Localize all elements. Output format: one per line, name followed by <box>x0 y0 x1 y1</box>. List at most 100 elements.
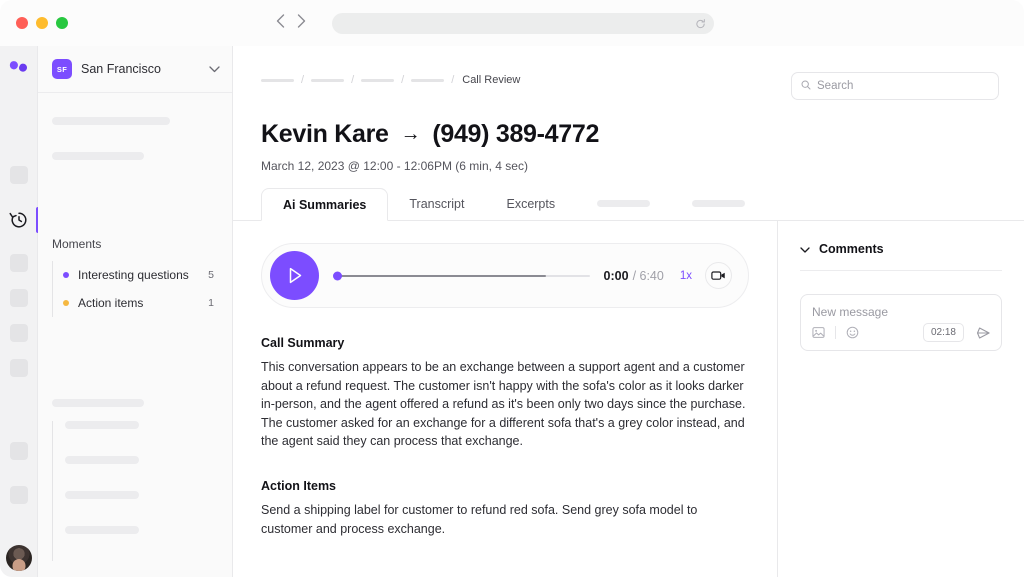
toolbar-divider <box>835 326 836 339</box>
history-clock-icon[interactable] <box>8 207 39 233</box>
sidebar-skeleton-line <box>65 456 139 464</box>
search-icon <box>801 77 811 95</box>
image-icon[interactable] <box>812 326 825 339</box>
tab-excerpts[interactable]: Excerpts <box>485 187 576 220</box>
send-icon[interactable] <box>976 326 991 340</box>
main-content: / / / / Call Review Search Kevin Kare → … <box>233 46 1024 577</box>
comments-header[interactable]: Comments <box>800 240 1002 271</box>
browser-chrome <box>0 0 1024 46</box>
bullet-icon <box>63 300 69 306</box>
moments-list: Interesting questions 5 Action items 1 <box>52 261 220 317</box>
playback-scrubber[interactable] <box>333 271 590 281</box>
rail-placeholder-item[interactable] <box>9 254 28 272</box>
emoji-icon[interactable] <box>846 326 859 339</box>
tab-transcript[interactable]: Transcript <box>388 187 485 220</box>
breadcrumb-separator: / <box>451 74 455 86</box>
chevron-left-icon[interactable] <box>276 14 285 28</box>
rail-placeholder-item[interactable] <box>9 442 28 460</box>
page-header: / / / / Call Review Search Kevin Kare → … <box>233 46 1024 173</box>
comments-pane: Comments New message 02:18 <box>778 221 1024 577</box>
scrubber-buffered <box>335 274 547 277</box>
moment-count: 5 <box>208 269 214 281</box>
video-camera-icon[interactable] <box>705 262 732 289</box>
sidebar-body: Moments Interesting questions 5 Action i… <box>38 93 232 561</box>
chevron-down-icon[interactable] <box>209 65 220 73</box>
workspace-badge: SF <box>52 59 72 79</box>
breadcrumb-skeleton[interactable] <box>261 78 294 82</box>
sidebar: SF San Francisco Moments Interesting que… <box>38 46 233 577</box>
sidebar-item-interesting-questions[interactable]: Interesting questions 5 <box>63 261 220 289</box>
rail-placeholder-item[interactable] <box>9 166 28 184</box>
composer-toolbar: 02:18 <box>812 323 991 342</box>
tab-label: Excerpts <box>506 196 556 211</box>
reload-icon[interactable] <box>695 18 706 29</box>
avatar[interactable] <box>5 545 32 571</box>
sidebar-item-action-items[interactable]: Action items 1 <box>63 289 220 317</box>
current-time: 0:00 <box>603 268 629 283</box>
rail-placeholder-item[interactable] <box>9 324 28 342</box>
rail-placeholder-item[interactable] <box>9 359 28 377</box>
comments-title: Comments <box>819 242 884 256</box>
moments-section-title: Moments <box>52 237 102 251</box>
close-window-button[interactable] <box>16 17 28 29</box>
tab-placeholder[interactable] <box>576 187 671 220</box>
call-summary-heading: Call Summary <box>261 336 345 350</box>
breadcrumb-skeleton[interactable] <box>411 78 445 82</box>
chevron-right-icon[interactable] <box>297 14 306 28</box>
breadcrumb-current: Call Review <box>462 74 521 86</box>
call-timestamp: March 12, 2023 @ 12:00 - 12:06PM (6 min,… <box>261 159 528 173</box>
tab-placeholder[interactable] <box>671 187 766 220</box>
rail-placeholder-item[interactable] <box>9 289 28 307</box>
app-window: SF San Francisco Moments Interesting que… <box>0 0 1024 577</box>
breadcrumb: / / / / Call Review <box>261 74 520 86</box>
playback-speed-button[interactable]: 1x <box>680 270 692 282</box>
moment-label: Interesting questions <box>78 268 189 282</box>
tab-skeleton <box>692 200 746 207</box>
sidebar-skeleton-line <box>65 421 139 429</box>
moment-label: Action items <box>78 296 144 310</box>
comment-input-placeholder: New message <box>812 305 889 319</box>
tab-bar: Ai Summaries Transcript Excerpts <box>233 188 1024 221</box>
audio-player: 0:00 / 6:40 1x <box>261 243 749 308</box>
window-traffic-lights <box>0 17 68 29</box>
tab-label: Transcript <box>409 196 465 211</box>
breadcrumb-separator: / <box>351 74 355 86</box>
sidebar-skeleton-line <box>65 491 139 499</box>
sidebar-skeleton-line <box>52 117 170 125</box>
search-input[interactable]: Search <box>791 72 999 100</box>
sidebar-skeleton-line <box>52 152 144 160</box>
workspace-name: San Francisco <box>81 62 161 76</box>
tab-ai-summaries[interactable]: Ai Summaries <box>261 188 389 221</box>
tab-label: Ai Summaries <box>283 197 367 212</box>
app-logo-icon[interactable] <box>9 60 29 74</box>
action-items-body: Send a shipping label for customer to re… <box>261 502 698 536</box>
chevron-down-icon[interactable] <box>800 240 810 258</box>
comment-timestamp-badge[interactable]: 02:18 <box>922 323 964 342</box>
maximize-window-button[interactable] <box>56 17 68 29</box>
tab-skeleton <box>597 200 651 207</box>
icon-rail <box>0 46 39 577</box>
workspace-switcher[interactable]: SF San Francisco <box>38 46 232 93</box>
call-participant-from: Kevin Kare <box>261 120 389 148</box>
call-participant-to: (949) 389-4772 <box>432 120 600 148</box>
scrubber-handle[interactable] <box>333 271 342 280</box>
comment-composer[interactable]: New message 02:18 <box>800 294 1002 351</box>
moment-count: 1 <box>208 297 214 309</box>
rail-placeholder-item[interactable] <box>9 486 28 504</box>
breadcrumb-separator: / <box>301 74 305 86</box>
sidebar-skeleton-line <box>52 399 144 407</box>
play-icon <box>289 267 301 284</box>
call-summary-body: This conversation appears to be an excha… <box>261 360 746 449</box>
page-title: Kevin Kare → (949) 389-4772 <box>261 120 599 149</box>
bullet-icon <box>63 272 69 278</box>
breadcrumb-skeleton[interactable] <box>311 78 345 82</box>
breadcrumb-skeleton[interactable] <box>361 78 395 82</box>
arrow-right-icon: → <box>400 123 421 145</box>
browser-url-bar[interactable] <box>332 13 714 34</box>
sidebar-skeleton-line <box>65 526 139 534</box>
minimize-window-button[interactable] <box>36 17 48 29</box>
action-items-heading: Action Items <box>261 478 337 493</box>
play-button[interactable] <box>270 251 319 300</box>
summaries-pane: 0:00 / 6:40 1x Call Summary This convers… <box>233 221 778 577</box>
search-placeholder: Search <box>817 80 854 92</box>
